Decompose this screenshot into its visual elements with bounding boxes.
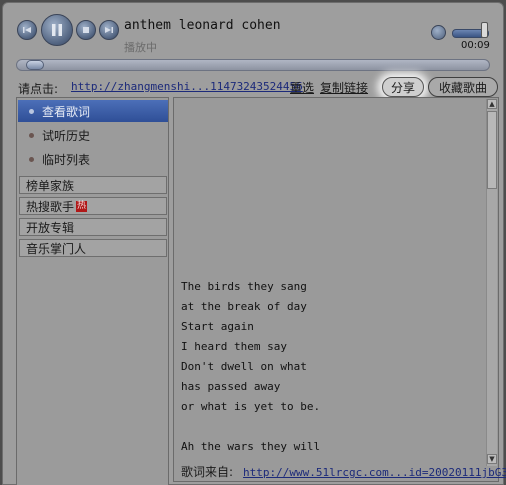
lyrics-source: 歌词来自: http://www.51lrcgc.com...id=2002011… [181, 463, 506, 480]
sidebar-item-label: 试听历史 [42, 128, 91, 143]
progress-bar[interactable] [16, 59, 490, 71]
sidebar-item-label: 临时列表 [42, 152, 91, 167]
scrollbar-thumb[interactable] [487, 111, 497, 189]
link-label: 请点击: [18, 82, 59, 96]
share-button[interactable]: 分享 [382, 77, 424, 97]
playback-status: 播放中 [124, 41, 157, 54]
scroll-up-icon[interactable]: ▲ [487, 99, 497, 109]
link-row: 请点击: http://zhangmenshi...11473243524456… [18, 77, 498, 97]
category-charts[interactable]: 榜单家族 [19, 176, 167, 194]
previous-button[interactable] [17, 20, 37, 40]
favorite-song-button[interactable]: 收藏歌曲 [428, 77, 498, 97]
elapsed-time: 00:09 [461, 40, 490, 51]
sidebar-item-label: 查看歌词 [42, 104, 91, 119]
stop-button[interactable] [76, 20, 96, 40]
song-link[interactable]: http://zhangmenshi...11473243524456 [71, 80, 303, 93]
category-open-albums[interactable]: 开放专辑 [19, 218, 167, 236]
bullet-icon [29, 108, 34, 114]
next-icon [105, 27, 113, 33]
source-link[interactable]: http://www.51lrcgc.com...id=20020111jbG3… [243, 466, 506, 479]
category-label: 热搜歌手 [26, 199, 75, 214]
sidebar-item-temp-list[interactable]: 临时列表 [18, 148, 168, 170]
category-hot-singers[interactable]: 热搜歌手 热 [19, 197, 167, 215]
volume-slider-handle[interactable] [481, 22, 488, 38]
stop-icon [83, 27, 89, 33]
volume-icon[interactable] [431, 25, 446, 40]
lyrics-line [181, 417, 320, 437]
pause-icon [52, 24, 62, 36]
sidebar-item-lyrics[interactable]: 查看歌词 [18, 100, 168, 122]
category-music-masters[interactable]: 音乐掌门人 [19, 239, 167, 257]
copy-link-button[interactable]: 复制链接 [320, 79, 368, 96]
player-header: anthem leonard cohen 播放中 00:09 [3, 3, 503, 55]
player-window: anthem leonard cohen 播放中 00:09 请点击: http… [2, 2, 506, 485]
category-label: 开放专辑 [26, 220, 75, 235]
category-label: 音乐掌门人 [26, 241, 87, 256]
lyrics-line: Don't dwell on what [181, 360, 307, 373]
bullet-icon [29, 132, 34, 138]
lyrics-line: Ah the wars they will [181, 440, 321, 453]
lyrics-line: The birds they sang [181, 280, 307, 293]
lyrics-line: at the break of day [181, 300, 307, 313]
lyrics-scrollbar[interactable]: ▲ ▼ [486, 99, 497, 466]
hot-badge: 热 [76, 200, 88, 212]
sidebar: 查看歌词 试听历史 临时列表 榜单家族 热搜歌手 热 开放专辑 音乐掌门人 [16, 97, 169, 485]
lyrics-line: I heard them say [181, 340, 287, 353]
lyrics-line: or what is yet to be. [181, 400, 321, 413]
category-label: 榜单家族 [26, 178, 75, 193]
pause-button[interactable] [41, 14, 73, 46]
lyrics-text: The birds they sang at the break of day … [181, 277, 320, 457]
lyrics-line: Start again [181, 320, 254, 333]
song-title: anthem leonard cohen [124, 18, 281, 33]
progress-handle[interactable] [26, 60, 44, 70]
source-label: 歌词来自: [181, 465, 234, 479]
previous-icon [23, 27, 31, 33]
lyrics-pane: The birds they sang at the break of day … [173, 97, 506, 482]
reselect-link[interactable]: 重选 [290, 79, 314, 96]
next-button[interactable] [99, 20, 119, 40]
bullet-icon [29, 156, 34, 162]
lyrics-line: has passed away [181, 380, 281, 393]
sidebar-item-history[interactable]: 试听历史 [18, 124, 168, 146]
